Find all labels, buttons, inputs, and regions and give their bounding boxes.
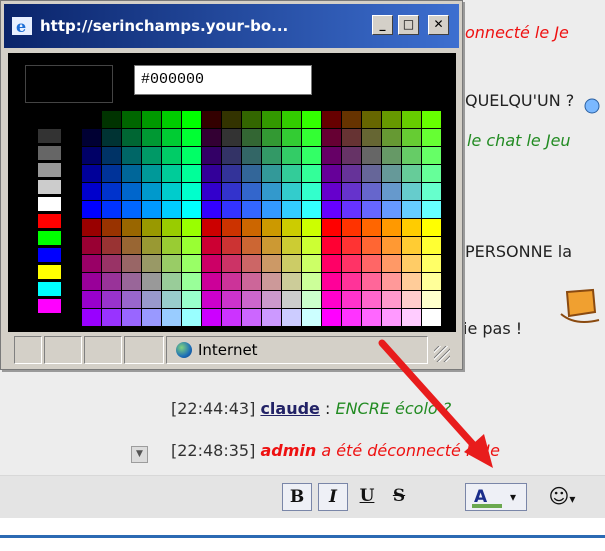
annotation-arrow [378,339,493,468]
